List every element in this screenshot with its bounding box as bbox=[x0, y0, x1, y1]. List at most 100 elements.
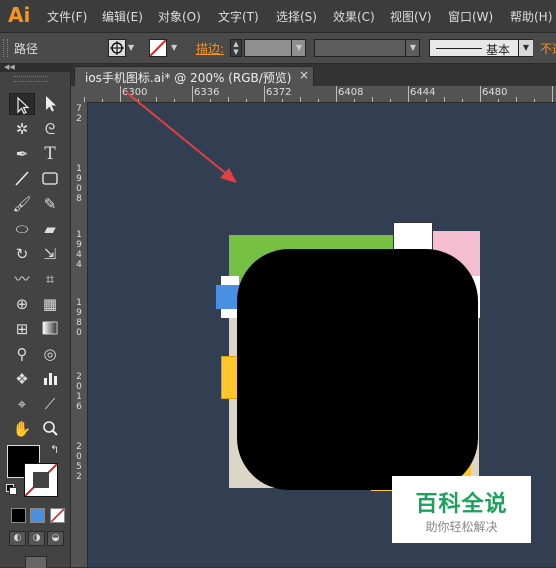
none-icon bbox=[51, 509, 64, 522]
variable-width-dropdown[interactable]: ▼ bbox=[314, 39, 420, 57]
stroke-weight-dropdown-arrow[interactable]: ▼ bbox=[291, 40, 306, 56]
ruler-label: 4 bbox=[76, 250, 82, 260]
draw-inside-button[interactable]: ◒ bbox=[47, 531, 64, 546]
ruler-label: 9 bbox=[76, 174, 82, 184]
stroke-dropdown-arrow[interactable]: ▼ bbox=[171, 43, 177, 52]
ruler-label: 6 bbox=[76, 402, 82, 412]
menu-file[interactable]: 文件(F) bbox=[47, 8, 87, 25]
brush-dropdown-arrow[interactable]: ▼ bbox=[518, 40, 533, 56]
opacity-label[interactable]: 不透 bbox=[540, 40, 556, 57]
ruler-label: 9 bbox=[76, 308, 82, 318]
column-graph-tool-icon[interactable] bbox=[37, 368, 63, 390]
menu-select[interactable]: 选择(S) bbox=[276, 8, 317, 25]
draw-normal-button[interactable]: ◐ bbox=[9, 531, 26, 546]
stroke-weight-label[interactable]: 描边: bbox=[196, 40, 224, 57]
object-type-label: 路径 bbox=[14, 42, 39, 56]
eyedropper-tool-icon[interactable]: ⚲ bbox=[9, 343, 35, 365]
ruler-label: 0 bbox=[76, 382, 82, 392]
symbol-sprayer-tool-icon[interactable]: ❖ bbox=[9, 368, 35, 390]
lasso-tool-icon[interactable]: ᘓ bbox=[37, 118, 63, 140]
ruler-label: 0 bbox=[76, 184, 82, 194]
brush-name-label: 基本 bbox=[486, 43, 511, 57]
rotate-tool-icon[interactable]: ↻ bbox=[9, 243, 35, 265]
watermark-subtitle: 助你轻松解决 bbox=[425, 520, 498, 534]
watermark-title: 百科全说 bbox=[415, 492, 508, 517]
free-transform-tool-icon[interactable]: ⌗ bbox=[37, 268, 63, 290]
tools-panel: ◀◀ ✲ ᘓ ✒ T 🖌 ✎ ⬭ ▰ ↻ ⇲ 〰 ⌗ ⊕ ▦ ⊞ ⚲ ◎ ❖ ⌖… bbox=[0, 63, 71, 568]
crosshair-icon bbox=[110, 41, 124, 55]
pen-tool-icon[interactable]: ✒ bbox=[9, 143, 35, 165]
no-stroke-icon bbox=[150, 40, 166, 56]
default-colors-icon[interactable] bbox=[6, 484, 17, 495]
ruler-label: 2 bbox=[76, 372, 82, 382]
color-mode-button[interactable] bbox=[11, 508, 26, 523]
ruler-label: 6408 bbox=[338, 87, 364, 98]
ruler-label: 5 bbox=[76, 462, 82, 472]
ruler-label: 1 bbox=[76, 392, 82, 402]
menu-help[interactable]: 帮助(H) bbox=[510, 8, 552, 25]
gradient-tool-icon[interactable] bbox=[37, 318, 63, 340]
menu-view[interactable]: 视图(V) bbox=[390, 8, 432, 25]
document-tab[interactable]: ios手机图标.ai* @ 200% (RGB/预览) × bbox=[74, 66, 314, 86]
menu-object[interactable]: 对象(O) bbox=[158, 8, 201, 25]
perspective-grid-tool-icon[interactable]: ▦ bbox=[37, 293, 63, 315]
brush-definition-dropdown[interactable]: 基本 ▼ bbox=[429, 39, 533, 57]
selection-tool-icon[interactable] bbox=[9, 93, 35, 115]
app-logo: Ai bbox=[8, 3, 31, 27]
warp-tool-icon[interactable]: 〰 bbox=[9, 268, 35, 290]
eraser-tool-icon[interactable]: ▰ bbox=[37, 218, 63, 240]
menu-type[interactable]: 文字(T) bbox=[218, 8, 259, 25]
direct-selection-tool-icon[interactable] bbox=[37, 93, 63, 115]
shape-builder-tool-icon[interactable]: ⊕ bbox=[9, 293, 35, 315]
scale-tool-icon[interactable]: ⇲ bbox=[37, 243, 63, 265]
swap-colors-icon[interactable]: ↰ bbox=[50, 443, 59, 456]
variable-width-dropdown-arrow[interactable]: ▼ bbox=[405, 40, 420, 56]
none-mode-button[interactable] bbox=[50, 508, 65, 523]
stroke-color-swatch[interactable] bbox=[24, 463, 58, 497]
menu-effect[interactable]: 效果(C) bbox=[333, 8, 375, 25]
stroke-weight-stepper[interactable]: ▲ ▼ bbox=[230, 39, 242, 57]
stroke-weight-input[interactable]: ▼ bbox=[244, 39, 306, 57]
artboard-tool-icon[interactable]: ⌖ bbox=[9, 393, 35, 415]
ruler-label: 6300 bbox=[122, 87, 148, 98]
ruler-label: 7 bbox=[76, 104, 82, 114]
ruler-label: 0 bbox=[76, 328, 82, 338]
gradient-mode-button[interactable] bbox=[30, 508, 45, 523]
ruler-label: 6444 bbox=[410, 87, 436, 98]
document-tab-title: ios手机图标.ai* @ 200% (RGB/预览) bbox=[85, 71, 292, 85]
menu-window[interactable]: 窗口(W) bbox=[448, 8, 493, 25]
ruler-label: 2 bbox=[76, 114, 82, 124]
ruler-label: 8 bbox=[76, 318, 82, 328]
magic-wand-tool-icon[interactable]: ✲ bbox=[9, 118, 35, 140]
ruler-label: 8 bbox=[76, 194, 82, 204]
fill-swatch-button[interactable] bbox=[108, 39, 126, 57]
blob-brush-tool-icon[interactable]: ⬭ bbox=[9, 218, 35, 240]
pencil-tool-icon[interactable]: ✎ bbox=[37, 193, 63, 215]
menu-bar: Ai 文件(F) 编辑(E) 对象(O) 文字(T) 选择(S) 效果(C) 视… bbox=[0, 0, 556, 33]
control-bar: 路径 ▼ ▼ 描边: ▲▼ ▼ ▼ 基本 ▼ 不透 bbox=[0, 33, 556, 64]
ruler-label: 2 bbox=[76, 472, 82, 482]
ruler-label: 6372 bbox=[266, 87, 292, 98]
stroke-swatch-button[interactable] bbox=[149, 39, 167, 57]
horizontal-ruler: 6300 6336 6372 6408 6444 6480 bbox=[71, 86, 556, 103]
slice-tool-icon[interactable]: ⟋ bbox=[37, 393, 63, 415]
rectangle-tool-icon[interactable] bbox=[37, 168, 63, 190]
fill-dropdown-arrow[interactable]: ▼ bbox=[128, 43, 134, 52]
tools-collapse-arrows[interactable]: ◀◀ bbox=[4, 63, 15, 71]
mesh-tool-icon[interactable]: ⊞ bbox=[9, 318, 35, 340]
draw-behind-button[interactable]: ◑ bbox=[28, 531, 45, 546]
paintbrush-tool-icon[interactable]: 🖌 bbox=[9, 193, 35, 215]
line-segment-tool-icon[interactable] bbox=[9, 168, 35, 190]
hand-tool-icon[interactable]: ✋ bbox=[9, 418, 35, 440]
menu-edit[interactable]: 编辑(E) bbox=[102, 8, 143, 25]
type-tool-icon[interactable]: T bbox=[37, 143, 63, 165]
screen-mode-button[interactable] bbox=[25, 556, 47, 568]
close-tab-icon[interactable]: × bbox=[299, 68, 309, 82]
ruler-label: 1 bbox=[76, 164, 82, 174]
blend-tool-icon[interactable]: ◎ bbox=[37, 343, 63, 365]
ruler-label: 1 bbox=[76, 298, 82, 308]
rounded-square-icon-shape[interactable] bbox=[237, 249, 478, 490]
ruler-label: 1 bbox=[76, 230, 82, 240]
zoom-tool-icon[interactable] bbox=[37, 418, 63, 440]
ruler-label: 2 bbox=[76, 442, 82, 452]
